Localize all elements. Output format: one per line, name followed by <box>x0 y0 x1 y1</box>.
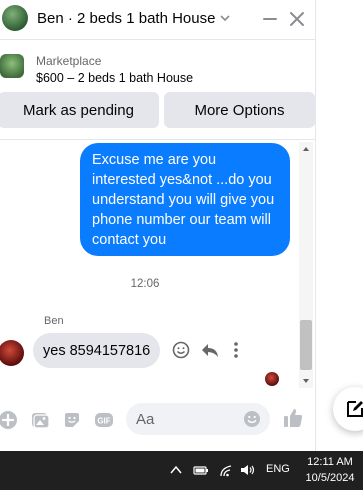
divider <box>0 139 316 140</box>
sender-name: Ben <box>44 315 64 327</box>
message-composer: GIF <box>0 398 316 444</box>
wifi-icon[interactable] <box>218 463 234 477</box>
chat-header[interactable]: Ben · 2 beds 1 bath House <box>0 0 316 40</box>
incoming-message-text: yes 8594157816 <box>43 342 151 359</box>
mark-as-pending-button[interactable]: Mark as pending <box>0 92 159 128</box>
scroll-down-arrow-icon[interactable] <box>301 376 311 386</box>
clock-date: 10/5/2024 <box>305 472 355 484</box>
seen-indicator-avatar <box>265 372 279 386</box>
windows-taskbar: ENG 12:11 AM 10/5/2024 <box>0 451 363 490</box>
scroll-up-arrow-icon[interactable] <box>301 144 311 154</box>
volume-icon[interactable] <box>240 463 256 477</box>
svg-text:GIF: GIF <box>97 417 110 426</box>
smiley-react-icon[interactable] <box>172 341 190 359</box>
minimize-icon[interactable] <box>262 12 278 26</box>
plus-icon[interactable] <box>0 410 18 430</box>
chat-window: Ben · 2 beds 1 bath House Marketplace $6… <box>0 0 316 451</box>
battery-icon[interactable] <box>193 463 209 477</box>
more-vertical-icon[interactable] <box>232 341 240 359</box>
incoming-message[interactable]: yes 8594157816 <box>33 333 161 368</box>
message-input-field[interactable] <box>126 403 270 435</box>
emoji-icon[interactable] <box>243 410 261 428</box>
chevron-up-icon[interactable] <box>168 463 184 477</box>
new-message-button[interactable] <box>333 387 363 431</box>
sticker-icon[interactable] <box>62 410 82 430</box>
message-input[interactable] <box>136 410 236 428</box>
more-options-button[interactable]: More Options <box>164 92 315 128</box>
close-icon[interactable] <box>288 10 306 28</box>
system-clock[interactable]: 12:11 AM 10/5/2024 <box>300 454 360 486</box>
image-icon[interactable] <box>30 410 50 430</box>
listing-summary: $600 – 2 beds 1 bath House <box>36 71 194 85</box>
scrollbar-thumb[interactable] <box>300 320 312 370</box>
chat-title[interactable]: Ben · 2 beds 1 bath House <box>37 10 215 27</box>
chevron-down-icon[interactable] <box>218 11 232 25</box>
gif-icon[interactable]: GIF <box>94 410 114 430</box>
reply-icon[interactable] <box>200 341 220 359</box>
clock-time: 12:11 AM <box>307 456 353 468</box>
compose-icon <box>347 401 363 417</box>
contact-avatar[interactable] <box>2 5 28 31</box>
listing-source: Marketplace <box>36 54 102 68</box>
language-indicator[interactable]: ENG <box>266 463 290 475</box>
marketplace-listing[interactable]: Marketplace $600 – 2 beds 1 bath House <box>0 48 316 88</box>
like-icon[interactable] <box>282 407 304 429</box>
listing-thumbnail[interactable] <box>0 54 24 78</box>
outgoing-message[interactable]: Excuse me are you interested yes&not ...… <box>80 143 290 256</box>
sender-avatar[interactable] <box>0 340 24 366</box>
message-timestamp: 12:06 <box>130 278 160 290</box>
